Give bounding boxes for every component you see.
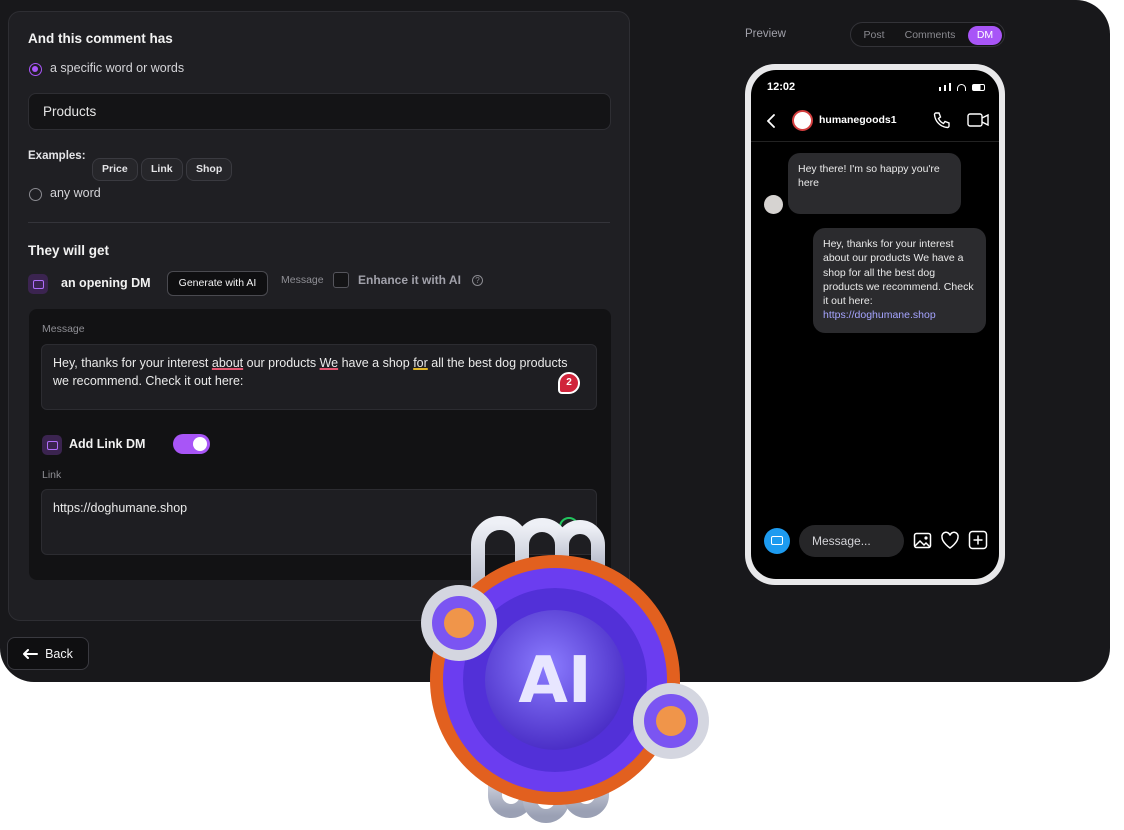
incoming-message: Hey there! I'm so happy you're here [788, 153, 961, 214]
radio-specific-words[interactable] [29, 63, 42, 76]
add-link-dm-label: Add Link DM [69, 437, 146, 451]
heart-icon[interactable] [940, 531, 960, 550]
phone-preview: 12:02 humanegoods1 Hey there! I'm so hap… [745, 64, 1005, 585]
radio-any-word[interactable] [29, 188, 42, 201]
example-chip-price[interactable]: Price [92, 158, 138, 181]
opening-dm-label: an opening DM [61, 276, 151, 290]
add-link-toggle[interactable] [173, 434, 210, 454]
message-text: have a shop [338, 356, 414, 370]
contact-avatar [764, 195, 783, 214]
outgoing-message-text: Hey, thanks for your interest about our … [823, 238, 974, 308]
grammar-flag-word[interactable]: for [413, 356, 428, 370]
example-chip-shop[interactable]: Shop [186, 158, 233, 181]
video-icon[interactable] [967, 113, 989, 127]
outgoing-message: Hey, thanks for your interest about our … [813, 228, 986, 333]
message-text: Hey, thanks for your interest [53, 356, 212, 370]
message-textarea[interactable]: Hey, thanks for your interest about our … [41, 344, 597, 410]
they-get-heading: They will get [28, 243, 110, 258]
back-button[interactable]: Back [7, 637, 89, 670]
help-circle-icon[interactable]: ? [472, 275, 483, 286]
ai-chip-graphic: AI [383, 516, 709, 823]
ai-badge-text: AI [518, 644, 591, 718]
phone-screen: 12:02 humanegoods1 Hey there! I'm so hap… [751, 70, 999, 579]
image-icon[interactable] [913, 531, 932, 550]
ai-chip-illustration: AI [380, 515, 720, 825]
preview-label: Preview [745, 28, 786, 40]
tab-comments[interactable]: Comments [899, 26, 961, 45]
spell-flag-word[interactable]: We [320, 356, 339, 370]
back-button-label: Back [45, 646, 73, 661]
phone-icon[interactable] [933, 111, 951, 129]
message-square-icon [42, 435, 62, 455]
message-text: our products [243, 356, 320, 370]
plus-square-icon[interactable] [968, 530, 988, 550]
dm-header: humanegoods1 [751, 100, 999, 142]
section-divider [28, 222, 610, 223]
status-icons [939, 83, 985, 91]
preview-tabs: Post Comments DM [850, 22, 1005, 47]
chevron-left-icon[interactable] [767, 114, 776, 128]
example-chip-link[interactable]: Link [141, 158, 183, 181]
arrow-left-icon [23, 648, 39, 659]
message-composer-input[interactable]: Message... [799, 525, 904, 557]
examples-label: Examples: [28, 150, 86, 162]
enhance-ai-label[interactable]: Enhance it with AI [358, 273, 461, 287]
tab-dm[interactable]: DM [968, 26, 1002, 45]
status-time: 12:02 [767, 81, 796, 93]
tab-post[interactable]: Post [857, 26, 891, 45]
dm-username: humanegoods1 [819, 114, 897, 126]
message-square-icon [28, 274, 48, 294]
camera-icon[interactable] [764, 528, 790, 554]
comment-condition-heading: And this comment has [28, 31, 173, 46]
enhance-ai-checkbox[interactable] [333, 272, 349, 288]
link-label: Link [42, 469, 62, 481]
outgoing-message-link[interactable]: https://doghumane.shop [823, 309, 936, 321]
spell-flag-word[interactable]: about [212, 356, 243, 370]
message-mini-label: Message [281, 274, 324, 286]
avatar [792, 110, 813, 131]
radio-any-word-label[interactable]: any word [50, 186, 101, 200]
grammar-error-badge[interactable]: 2 [558, 372, 580, 394]
keyword-input[interactable]: Products [28, 93, 611, 130]
message-label: Message [42, 323, 85, 335]
radio-specific-words-label[interactable]: a specific word or words [50, 61, 184, 75]
generate-with-ai-button[interactable]: Generate with AI [167, 271, 268, 296]
